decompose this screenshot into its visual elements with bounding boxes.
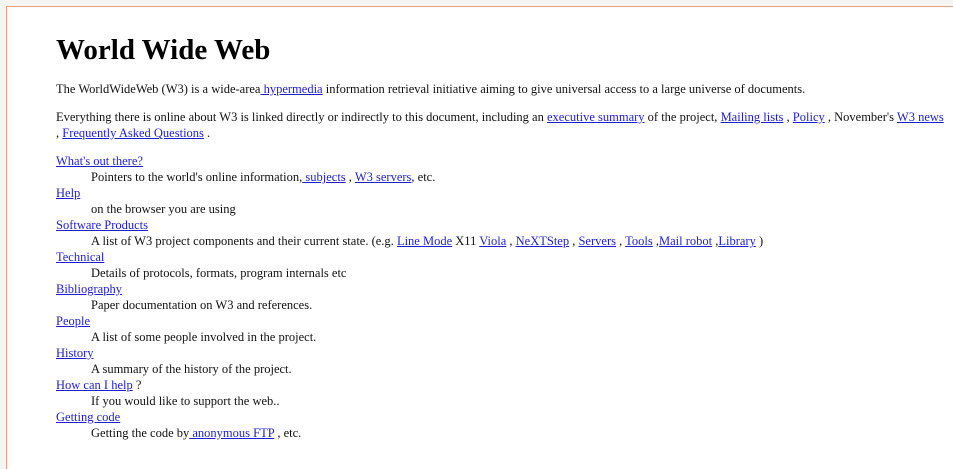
history-link[interactable]: History	[56, 346, 94, 360]
people-link[interactable]: People	[56, 314, 90, 328]
servers-link[interactable]: Servers	[578, 234, 616, 248]
nextstep-link[interactable]: NeXTStep	[516, 234, 569, 248]
software-close: )	[755, 234, 764, 248]
topic-desc-how-can-i-help: If you would like to support the web..	[91, 394, 280, 408]
getting-code-text-1: Getting the code by	[91, 426, 190, 440]
topic-desc-help: on the browser you are using	[91, 202, 236, 216]
topic-term-software: Software Products	[56, 217, 946, 233]
line-mode-link[interactable]: Line Mode	[397, 234, 452, 248]
summary-text-1: Everything there is online about W3 is l…	[56, 110, 547, 124]
page-title: World Wide Web	[56, 34, 271, 66]
anonymous-ftp-link[interactable]: anonymous FTP	[189, 426, 274, 440]
topic-term-bibliography: Bibliography	[56, 281, 946, 297]
browser-page: World Wide Web The WorldWideWeb (W3) is …	[6, 6, 953, 469]
executive-summary-link[interactable]: executive summary	[547, 110, 645, 124]
summary-text-2: of the project,	[644, 110, 721, 124]
technical-link[interactable]: Technical	[56, 250, 104, 264]
document-body: World Wide Web The WorldWideWeb (W3) is …	[56, 33, 946, 441]
getting-code-text-2: , etc.	[274, 426, 302, 440]
whats-out-there-link[interactable]: What's out there?	[56, 154, 143, 168]
intro-paragraph: The WorldWideWeb (W3) is a wide-area hyp…	[56, 81, 946, 97]
topic-term-whats-out-there: What's out there?	[56, 153, 946, 169]
intro-text-after: information retrieval initiative aiming …	[322, 82, 806, 96]
how-can-i-help-suffix: ?	[132, 378, 142, 392]
how-can-i-help-link[interactable]: How can I help	[56, 378, 133, 392]
software-sep-3: ,	[615, 234, 626, 248]
software-products-link[interactable]: Software Products	[56, 218, 148, 232]
whats-out-there-text-1: Pointers to the world's online informati…	[91, 170, 303, 184]
topic-desc-getting-code: Getting the code by anonymous FTP , etc.	[91, 425, 946, 441]
topic-term-how-can-i-help: How can I help ?	[56, 377, 946, 393]
topic-desc-bibliography: Paper documentation on W3 and references…	[91, 298, 313, 312]
software-sep-1: ,	[506, 234, 516, 248]
topic-desc-people: A list of some people involved in the pr…	[91, 330, 317, 344]
software-text-1: A list of W3 project components and thei…	[91, 234, 397, 248]
faq-link[interactable]: Frequently Asked Questions	[62, 126, 204, 140]
topic-list: What's out there? Pointers to the world'…	[56, 153, 946, 441]
whats-out-there-text-3: , etc.	[411, 170, 436, 184]
subjects-link[interactable]: subjects	[302, 170, 345, 184]
topic-desc-technical: Details of protocols, formats, program i…	[91, 266, 347, 280]
topic-desc-whats-out-there: Pointers to the world's online informati…	[91, 169, 946, 185]
topic-term-getting-code: Getting code	[56, 409, 946, 425]
topic-term-history: History	[56, 345, 946, 361]
intro-text-before: The WorldWideWeb (W3) is a wide-area	[56, 82, 261, 96]
topic-term-people: People	[56, 313, 946, 329]
viola-link[interactable]: Viola	[479, 234, 506, 248]
help-link[interactable]: Help	[56, 186, 80, 200]
policy-link[interactable]: Policy	[793, 110, 825, 124]
topic-term-help: Help	[56, 185, 946, 201]
summary-text-6: .	[203, 126, 211, 140]
topic-desc-history: A summary of the history of the project.	[91, 362, 292, 376]
tools-link[interactable]: Tools	[625, 234, 653, 248]
bibliography-link[interactable]: Bibliography	[56, 282, 122, 296]
summary-paragraph: Everything there is online about W3 is l…	[56, 109, 946, 141]
getting-code-link[interactable]: Getting code	[56, 410, 120, 424]
w3-servers-link[interactable]: W3 servers	[355, 170, 412, 184]
summary-text-3: ,	[783, 110, 793, 124]
x11-text: X11	[452, 234, 480, 248]
w3-news-link[interactable]: W3 news	[897, 110, 944, 124]
whats-out-there-text-2: ,	[345, 170, 355, 184]
topic-term-technical: Technical	[56, 249, 946, 265]
topic-desc-software: A list of W3 project components and thei…	[91, 233, 946, 249]
mailing-lists-link[interactable]: Mailing lists	[721, 110, 784, 124]
summary-text-4: , November's	[824, 110, 897, 124]
hypermedia-link[interactable]: hypermedia	[260, 82, 323, 96]
mail-robot-link[interactable]: Mail robot	[659, 234, 712, 248]
library-link[interactable]: Library	[718, 234, 755, 248]
